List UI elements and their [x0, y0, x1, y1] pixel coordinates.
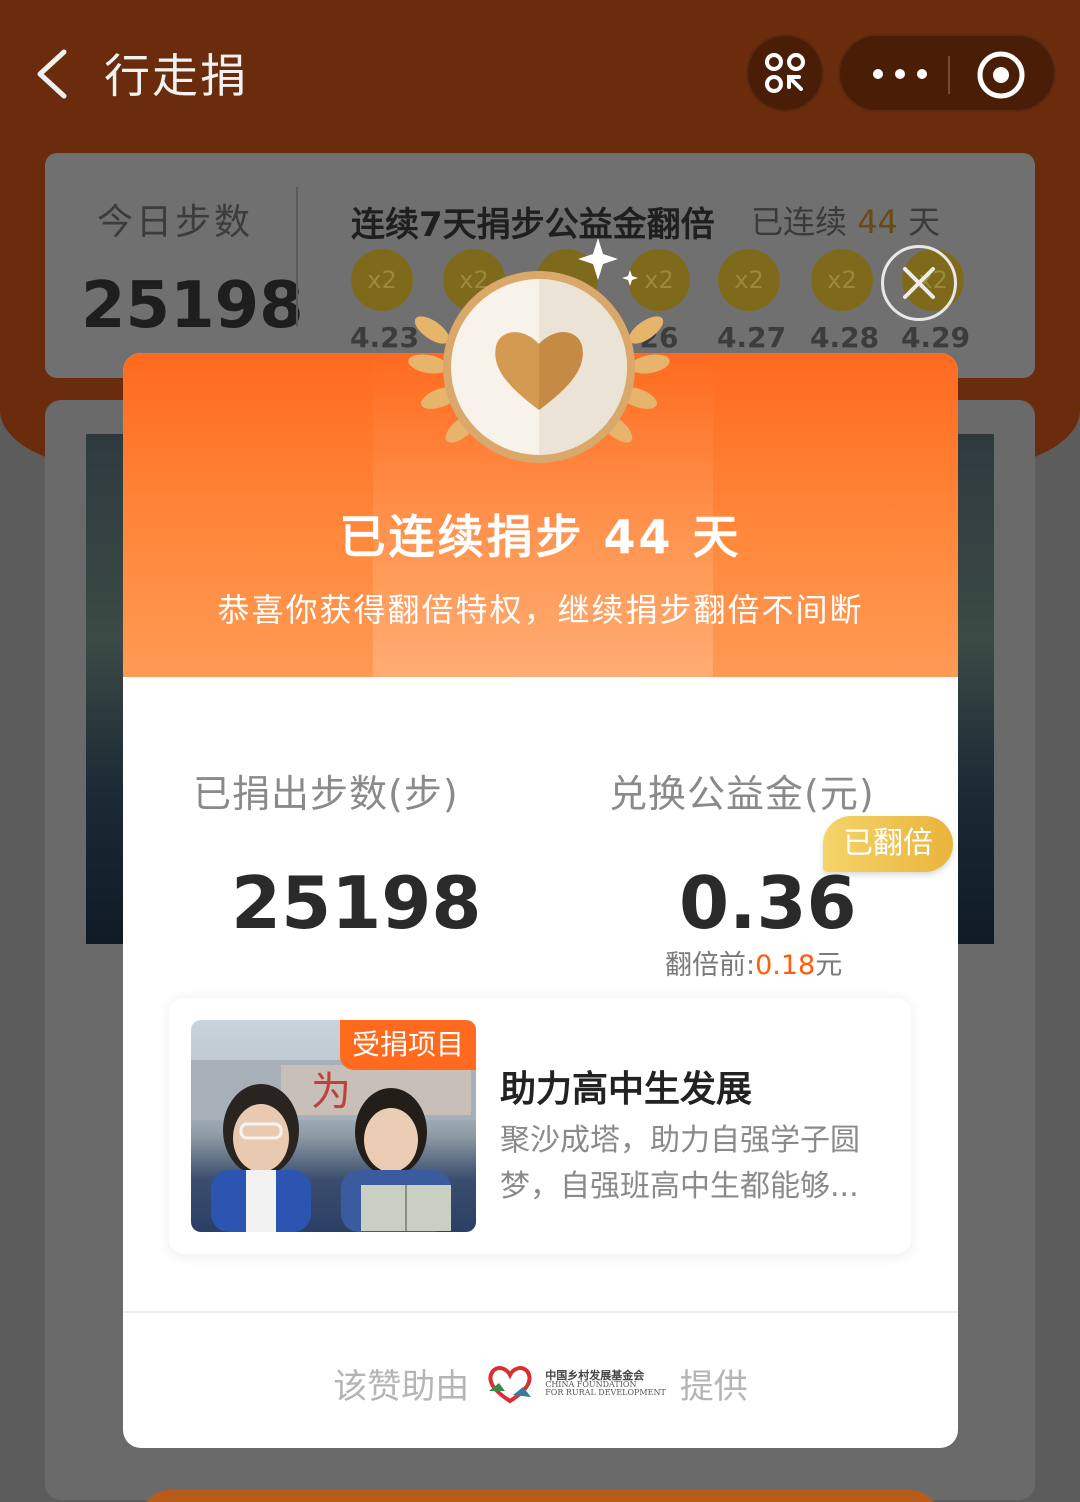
target-icon	[977, 51, 1025, 99]
sponsor-logo-en2: FOR RURAL DEVELOPMENT	[545, 1387, 666, 1397]
streak-modal: 已连续捐步 44 天 恭喜你获得翻倍特权，继续捐步翻倍不间断 已捐出步数(步) …	[123, 353, 958, 1448]
heart-medal-icon	[408, 238, 670, 463]
day-date: 4.28	[810, 321, 880, 354]
project-tag: 受捐项目	[339, 1020, 476, 1070]
day-item: x2 4.28	[810, 249, 880, 354]
navigation-bar: 行走捐	[0, 0, 1080, 140]
capsule-divider	[948, 56, 950, 94]
day-coin: x2	[811, 249, 873, 311]
more-button[interactable]	[860, 50, 940, 98]
scan-button[interactable]	[746, 34, 824, 112]
streak-suffix: 天	[908, 203, 941, 241]
page-title: 行走捐	[104, 49, 248, 103]
doubled-badge: 已翻倍	[823, 816, 953, 872]
modal-close-button[interactable]	[881, 245, 957, 321]
streak-days: 44	[857, 203, 898, 241]
charity-money-label: 兑换公益金(元)	[609, 772, 875, 816]
day-coin: x2	[718, 249, 780, 311]
day-date: 4.29	[901, 321, 971, 354]
foundation-logo-icon	[488, 1366, 532, 1404]
background-action-button	[140, 1490, 940, 1502]
before-unit: 元	[815, 950, 843, 981]
miniapp-close-button[interactable]	[974, 48, 1028, 102]
more-dots-icon	[873, 69, 927, 79]
svg-text:为: 为	[311, 1069, 351, 1115]
sponsor-logo: 中国乡村发展基金会 CHINA FOUNDATION FOR RURAL DEV…	[483, 1361, 666, 1405]
donated-steps-value: 25198	[231, 861, 482, 945]
close-icon	[903, 267, 935, 299]
charity-money-value: 0.36	[679, 861, 857, 945]
chevron-left-icon	[37, 49, 67, 99]
sponsor-logo-cn: 中国乡村发展基金会	[545, 1368, 645, 1382]
back-button[interactable]	[30, 46, 80, 102]
today-steps-value: 25198	[81, 269, 304, 343]
before-doubling: 翻倍前:0.18元	[665, 943, 842, 982]
project-title: 助力高中生发展	[500, 1069, 753, 1110]
day-item: x2 4.27	[717, 249, 787, 354]
modal-title: 已连续捐步 44 天	[339, 510, 742, 564]
scan-icon	[765, 53, 805, 93]
miniapp-capsule	[838, 34, 1056, 112]
before-amount: 0.18	[755, 950, 816, 981]
divider	[296, 187, 298, 327]
sponsor-prefix: 该赞助由	[333, 1366, 470, 1407]
modal-subtitle: 恭喜你获得翻倍特权，继续捐步翻倍不间断	[217, 591, 864, 629]
sponsor-suffix: 提供	[679, 1366, 748, 1407]
project-image: 为 受捐项目	[191, 1020, 476, 1232]
project-description: 聚沙成塔，助力自强学子圆梦，自强班高中生都能够...	[500, 1123, 860, 1204]
before-prefix: 翻倍前:	[665, 950, 756, 981]
sponsor-line: 该赞助由 中国乡村发展基金会 CHINA FOUNDATION FOR RURA…	[123, 1358, 958, 1408]
today-steps-label: 今日步数	[97, 202, 254, 243]
project-card[interactable]: 为 受捐项目 助力高中生发展 聚沙成塔，助力自强学子圆梦，自强班高中生都能够..…	[169, 998, 911, 1254]
streak-prefix: 已连续	[751, 203, 848, 241]
streak-counter: 已连续 44 天	[751, 197, 940, 243]
modal-divider	[123, 1311, 958, 1313]
donated-steps-label: 已捐出步数(步)	[193, 772, 459, 816]
day-date: 4.27	[717, 321, 787, 354]
